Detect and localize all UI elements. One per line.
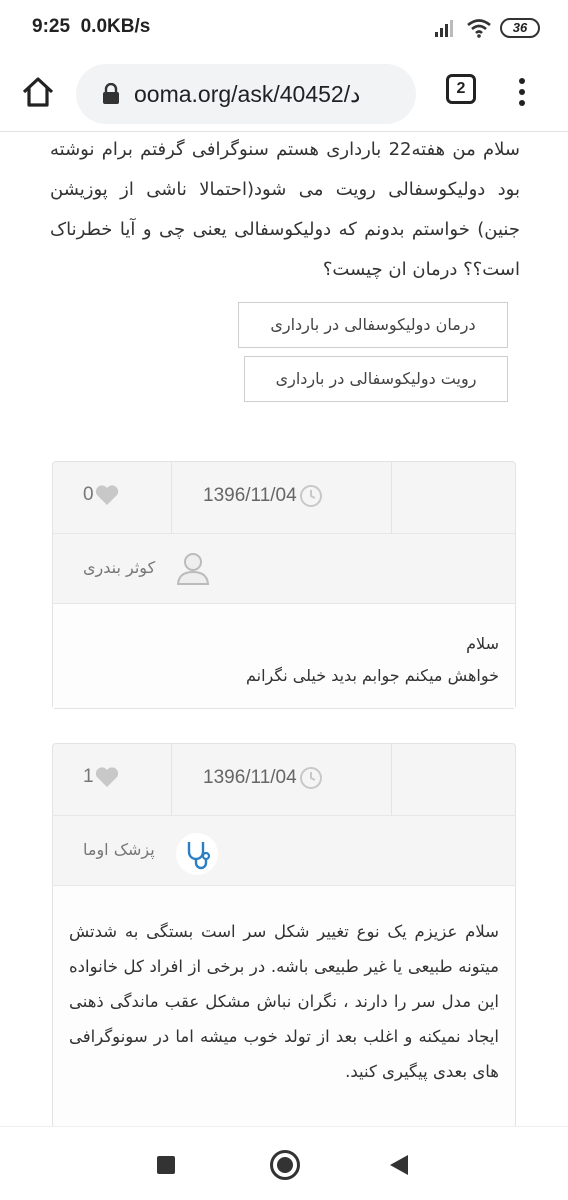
divider [171,744,172,816]
overflow-menu-button[interactable] [512,72,532,112]
url-text: ooma.org/ask/40452/د [134,80,361,107]
browser-toolbar: ooma.org/ask/40452/د 2 [0,56,568,132]
status-time: 9:25 0.0KB/s [32,16,151,37]
menu-dot-icon [519,99,525,106]
home-circle-icon[interactable] [270,1150,300,1180]
answer-date: 1396/11/04 [203,766,323,790]
battery-icon: 36 [500,18,540,38]
home-icon [22,77,54,107]
clock-icon [299,485,322,507]
user-avatar-icon [176,553,210,585]
divider [391,744,392,816]
author-name: کوثر بندری [83,558,156,577]
tag-link[interactable]: رویت دولیکوسفالی در بارداری [244,356,508,402]
question-text: سلام من هفته22 بارداری هستم سنوگرافی گرف… [50,139,520,280]
lock-icon [103,83,119,104]
home-button[interactable] [18,72,58,112]
answer-body: سلام خواهش میکنم جوابم بدید خیلی نگرانم [53,604,515,708]
like-button[interactable]: 1 [83,766,120,788]
clock-icon [299,767,322,789]
address-bar[interactable]: ooma.org/ask/40452/د [76,64,416,124]
answer-author: کوثر بندری [53,534,515,604]
menu-dot-icon [519,78,525,85]
heart-icon [95,485,118,505]
like-button[interactable]: 0 [83,484,120,506]
answer-text: سلام عزیزم یک نوع تغییر شکل سر است بستگی… [69,922,499,1081]
divider [171,462,172,534]
like-count: 1 [83,766,94,787]
author-name: پزشک اوما [83,840,155,859]
answer-date: 1396/11/04 [203,484,323,508]
menu-dot-icon [519,88,525,95]
status-icons: 36 [434,14,540,42]
signal-icon [435,20,453,37]
network-speed: 0.0KB/s [80,16,151,37]
answer-body: سلام عزیزم یک نوع تغییر شکل سر است بستگی… [53,886,515,1142]
like-count: 0 [83,484,94,505]
answer-card: 1 1396/11/04 پزشک اوما سلام عزیزم یک نوع… [52,743,516,1143]
heart-icon [95,767,118,787]
answer-card: 0 1396/11/04 کوثر بندری سلام خواهش میکنم… [52,461,516,709]
answer-author: پزشک اوما [53,816,515,886]
answer-meta: 0 1396/11/04 [53,462,515,534]
answer-meta: 1 1396/11/04 [53,744,515,816]
system-nav-bar [0,1126,568,1200]
divider [391,462,392,534]
answer-text: سلام خواهش میکنم جوابم بدید خیلی نگرانم [246,634,499,685]
stethoscope-avatar-icon [176,833,218,875]
wifi-icon [467,19,491,38]
tab-switcher-button[interactable]: 2 [446,74,476,104]
tag-link[interactable]: درمان دولیکوسفالی در بارداری [238,302,508,348]
status-bar: 9:25 0.0KB/s 36 [0,0,568,56]
back-icon[interactable] [390,1155,408,1175]
recents-icon[interactable] [157,1156,175,1174]
